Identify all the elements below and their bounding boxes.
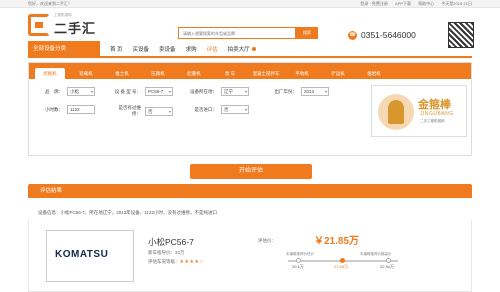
search-input[interactable] [178,27,296,39]
nav-wanted[interactable]: 求购 [186,45,197,53]
tab-scraper[interactable]: 铲运机 [323,68,353,79]
jingubang-ad-banner[interactable]: 金箍棒 JINGUBANG 二手工程机械网 [371,85,467,137]
brand-select[interactable]: 小松 [67,87,95,96]
logo-title: 二手汇 [54,21,97,36]
search-button[interactable]: 搜索 [296,27,318,39]
range-mid-dot [340,258,345,263]
equipment-tabs: 挖掘机 装载机 推土机 压路机 起重机 泵 车 混凝土搅拌车 平地机 铲运机 凿… [29,63,471,79]
brand-label: 品 牌： [45,88,63,94]
range-high-dot [386,258,391,263]
tab-excavator[interactable]: 挖掘机 [35,68,65,79]
phone-contact: ☎ 0351-5646000 [348,30,416,40]
import-label: 是否进口： [194,106,218,112]
tab-pump-truck[interactable]: 泵 车 [215,68,245,79]
qr-code-icon [448,22,474,48]
range-mid-value: 21.85万 [334,264,349,269]
logo-icon [28,14,50,36]
location-label: 设备所在地： [190,88,217,94]
year-select[interactable]: 2013 [301,87,329,96]
brand-row: 品 牌： 小松 [35,87,95,96]
year-label: 出厂年份： [274,88,298,94]
location-select[interactable]: 辽宁 [221,87,249,96]
tab-mixer-truck[interactable]: 混凝土搅拌车 [251,68,281,79]
login-link[interactable]: 登录 · 免费注册 [360,1,388,6]
year-row: 出厂年份： 2013 [269,87,329,96]
all-categories-menu[interactable]: 全部设备分类 [28,41,100,57]
phone-icon: ☎ [348,30,357,40]
rating-stars: ★★★★☆ [179,259,205,265]
new-price-text: 新车指导价：32万 [148,250,185,255]
tab-grader[interactable]: 平地机 [287,68,317,79]
start-evaluation-button[interactable]: 开始评估 [190,164,312,179]
import-row: 是否进口： 否 [189,105,249,114]
help-center-link[interactable]: 帮助中心 [418,1,434,6]
nav-home[interactable]: 首 页 [110,45,123,53]
komatsu-logo: KOMATSU [55,249,109,260]
result-heading: 评估结果 [28,184,472,198]
top-bar: 您好，欢迎来到二手汇！ 登录 · 免费注册 APP下载 帮助中心 今天是2015… [0,0,500,8]
hot-icon [251,47,256,51]
repair-row: 是否有过维修： 否 [113,105,173,117]
tab-crane[interactable]: 起重机 [179,68,209,79]
site-logo[interactable]: 工程机械网 二手汇 [28,13,96,37]
hours-input[interactable]: 1122 [67,105,95,114]
estimated-price: ￥21.85万 [314,236,360,247]
range-low-dot [296,258,301,263]
hours-label: 小时数： [45,106,63,112]
range-high-label: 本编辑推荐价格高价 [360,252,392,256]
date-text: 今天是2015·21日 [441,0,472,6]
site-header: 工程机械网 二手汇 搜索 ☎ 0351-5646000 [0,8,500,48]
app-download-link[interactable]: APP下载 [395,1,411,6]
hours-row: 小时数： 1122 [35,105,95,114]
ad-title: 金箍棒 [418,99,451,111]
rating-label: 评估车况等级： [148,259,180,264]
tab-loader[interactable]: 装载机 [71,68,101,79]
model-label: 设 备 型 号： [114,88,141,94]
model-select[interactable]: PC56-7 [145,87,173,96]
nav-buy[interactable]: 买设备 [133,45,150,53]
model-row: 设 备 型 号： PC56-7 [113,87,173,96]
brand-logo-card: KOMATSU [46,230,134,282]
phone-number: 0351-5646000 [361,30,416,40]
nav-evaluate[interactable]: 评估 [207,45,218,53]
tab-drill[interactable]: 凿岩机 [359,68,389,79]
price-label: 评估价： [258,238,276,243]
rating-line: 评估车况等级：★★★★☆ [148,259,204,265]
ad-subtitle: JINGUBANG [420,111,454,117]
range-low-label: 本编辑推荐价低价 [286,252,314,256]
nav-sell[interactable]: 卖设备 [159,45,176,53]
repair-label: 是否有过维修： [118,105,142,116]
range-high-value: 22.94万 [380,264,395,269]
range-low-value: 20.1万 [292,264,304,269]
import-select[interactable]: 否 [221,105,249,114]
search-bar: 搜索 [178,27,318,39]
price-range-bar [288,258,398,263]
top-links: 登录 · 免费注册 APP下载 帮助中心 今天是2015·21日 [354,1,472,7]
tab-bulldozer[interactable]: 推土机 [107,68,137,79]
main-nav: 全部设备分类 首 页 买设备 卖设备 求购 评估 拍卖大厅 [28,41,472,58]
monkey-king-icon [378,94,414,130]
result-description: 设备信息：小松PC56-7，所在地辽宁，2013年设备，1122小时，没有过维修… [38,210,217,215]
repair-select[interactable]: 否 [145,106,173,116]
nav-auction-label: 拍卖大厅 [227,47,250,53]
location-row: 设备所在地： 辽宁 [189,87,249,96]
result-model-name: 小松PC56-7 [148,237,194,247]
ad-caption: 二手工程机械网 [420,119,445,123]
nav-auction[interactable]: 拍卖大厅 [228,45,256,53]
evaluation-form: 挖掘机 装载机 推土机 压路机 起重机 泵 车 混凝土搅拌车 平地机 铲运机 凿… [28,62,472,156]
tab-roller[interactable]: 压路机 [143,68,173,79]
welcome-text: 您好，欢迎来到二手汇！ [28,0,72,6]
